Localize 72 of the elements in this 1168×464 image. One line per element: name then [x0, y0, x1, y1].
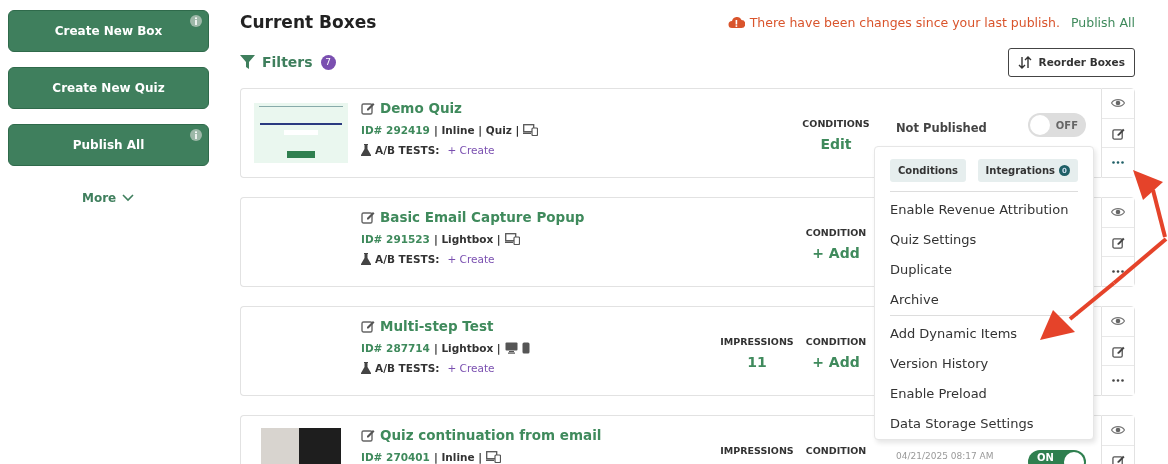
conditions-label: CONDITION — [805, 336, 867, 347]
preview-eye-icon[interactable] — [1102, 416, 1134, 446]
publish-toggle[interactable]: ON — [1028, 450, 1086, 464]
devices-icon — [523, 124, 539, 136]
box-id: ID# 287714 — [361, 342, 430, 354]
create-ab-test-link[interactable]: + Create — [447, 144, 495, 156]
conditions-link[interactable]: + Add — [812, 354, 860, 370]
menu-item[interactable]: Enable Preload — [890, 379, 1078, 409]
impressions-label: IMPRESSIONS — [720, 445, 794, 456]
publish-status: Not Published — [896, 121, 987, 135]
impressions-count: 11 — [747, 354, 767, 370]
preview-eye-icon[interactable] — [1102, 89, 1134, 119]
publish-all-link[interactable]: Publish All — [1070, 14, 1135, 30]
conditions-label: CONDITION — [805, 227, 867, 238]
menu-item[interactable]: Add Dynamic Items — [890, 319, 1078, 349]
box-id: ID# 291523 — [361, 233, 430, 245]
edit-icon — [361, 210, 375, 224]
menu-item[interactable]: Quiz Settings — [890, 225, 1078, 255]
impressions-label: IMPRESSIONS — [720, 336, 794, 347]
filter-icon — [240, 55, 255, 69]
edit-icon — [361, 428, 375, 442]
ab-tests-label: A/B TESTS: — [375, 253, 440, 265]
box-name-link[interactable]: Quiz continuation from email — [380, 427, 602, 443]
publish-status: 04/21/2025 08:17 AM — [896, 451, 995, 462]
conditions-label: CONDITION — [805, 445, 867, 456]
conditions-link[interactable]: + Add — [812, 245, 860, 261]
flask-icon — [361, 144, 371, 156]
create-ab-test-link[interactable]: + Create — [447, 253, 495, 265]
box-type: | Lightbox | — [433, 233, 501, 245]
box-type: | Lightbox | — [433, 342, 501, 354]
menu-item[interactable]: Duplicate — [890, 255, 1078, 285]
edit-icon — [361, 319, 375, 333]
menu-item[interactable]: Data Storage Settings — [890, 409, 1078, 439]
sidebar-button[interactable]: Publish All — [8, 124, 209, 166]
menu-item[interactable]: Version History — [890, 349, 1078, 379]
ab-tests-label: A/B TESTS: — [375, 362, 440, 374]
leader-line — [1112, 237, 1168, 285]
ab-tests-label: A/B TESTS: — [375, 144, 440, 156]
page-title: Current Boxes — [240, 12, 377, 32]
conditions-link[interactable]: Edit — [820, 136, 852, 152]
filter-count-badge: 7 — [320, 54, 336, 70]
box-name-link[interactable]: Demo Quiz — [380, 100, 462, 116]
box-type: | Inline | — [433, 451, 483, 463]
menu-item[interactable]: Archive — [890, 285, 1078, 315]
filters-button[interactable]: Filters — [240, 54, 313, 70]
leader-line — [1068, 281, 1116, 321]
box-id: ID# 292419 — [361, 124, 430, 136]
box-type: | Inline | Quiz | — [433, 124, 520, 136]
reorder-boxes-button[interactable]: Reorder Boxes — [1007, 47, 1135, 77]
sidebar-button[interactable]: Create New Quiz — [8, 67, 209, 109]
publish-toggle[interactable]: OFF — [1028, 113, 1086, 137]
box-id: ID# 270401 — [361, 451, 430, 463]
sort-arrows-icon — [1017, 55, 1032, 69]
devices-icon — [504, 233, 520, 245]
mobile-icon — [521, 342, 530, 354]
unpublished-changes-message: There have been changes since your last publish. — [749, 14, 1060, 30]
menu-tab-chip[interactable]: Conditions — [890, 159, 967, 182]
preview-eye-icon[interactable] — [1102, 198, 1134, 228]
warning-cloud-icon — [727, 15, 745, 29]
preview-eye-icon[interactable] — [1102, 307, 1134, 337]
conditions-label: CONDITIONS — [802, 118, 870, 129]
create-ab-test-link[interactable]: + Create — [447, 362, 495, 374]
flask-icon — [361, 362, 371, 374]
sidebar-button[interactable]: Create New Box — [8, 10, 209, 52]
flask-icon — [361, 253, 371, 265]
desktop-icon — [504, 342, 518, 354]
menu-item[interactable]: Enable Revenue Attribution — [890, 195, 1078, 225]
box-name-link[interactable]: Multi-step Test — [380, 318, 494, 334]
chevron-down-icon — [122, 194, 135, 202]
box-name-link[interactable]: Basic Email Capture Popup — [380, 209, 585, 225]
more-button[interactable]: More — [82, 191, 135, 205]
edit-icon — [361, 101, 375, 115]
